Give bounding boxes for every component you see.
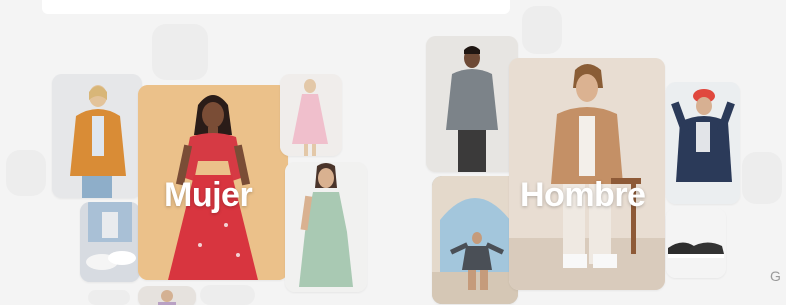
men-photo-track-jacket: [666, 82, 740, 204]
men-shoes-image: [666, 208, 726, 278]
women-jacket-image: [52, 74, 142, 198]
women-photo-pink-dress: [280, 74, 342, 156]
brand-mark: G: [770, 268, 781, 284]
men-photo-shoes: [666, 208, 726, 278]
women-photo-sneakers: [80, 202, 140, 282]
women-pink-dress-image: [280, 74, 342, 156]
men-photo-sweater: [426, 36, 518, 172]
men-photo-tan-jacket: [509, 58, 665, 290]
men-tan-jacket-image: [509, 58, 665, 290]
women-photo-red-dress: [138, 85, 288, 280]
men-track-jacket-image: [666, 82, 740, 204]
women-bottom-image: [138, 286, 196, 305]
category-men[interactable]: Hombre: [420, 0, 786, 305]
women-photo-jacket: [52, 74, 142, 198]
category-women[interactable]: Mujer: [0, 0, 390, 305]
women-green-dress-image: [285, 162, 367, 292]
men-photo-arch: [432, 176, 518, 304]
women-sneakers-image: [80, 202, 140, 282]
men-arch-image: [432, 176, 518, 304]
women-photo-bottom: [138, 286, 196, 305]
men-sweater-image: [426, 36, 518, 172]
women-photo-green-dress: [285, 162, 367, 292]
women-red-dress-image: [138, 85, 288, 280]
